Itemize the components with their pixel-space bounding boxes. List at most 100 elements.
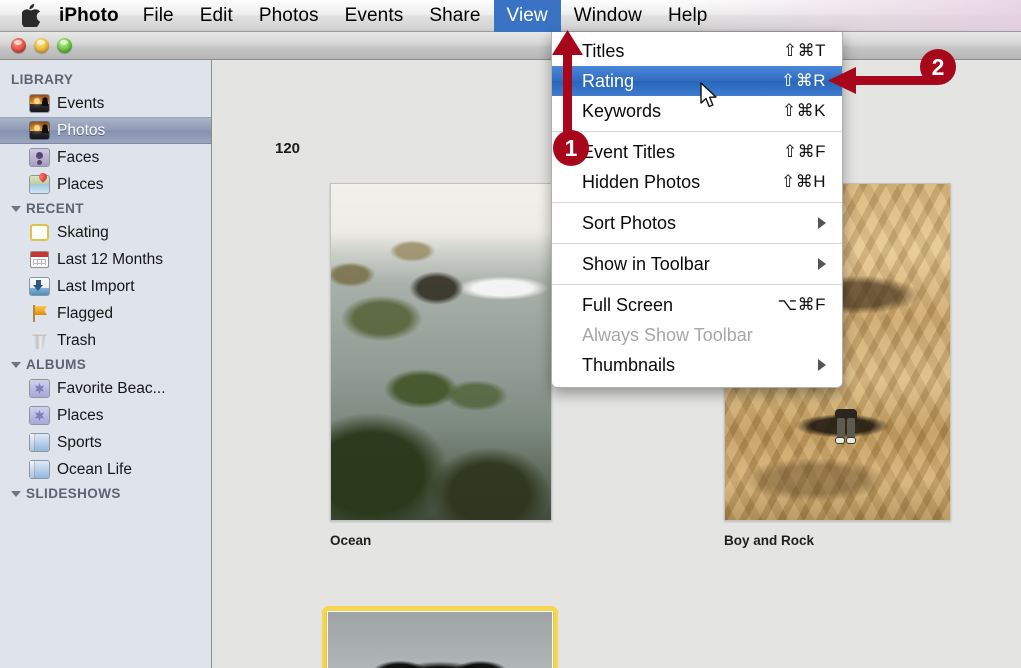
thumbnail-ocean[interactable]: Ocean bbox=[330, 183, 552, 548]
close-button[interactable] bbox=[11, 38, 26, 53]
sidebar-item-events[interactable]: Events bbox=[0, 90, 211, 117]
menu-option-label: Rating bbox=[582, 70, 635, 91]
map-pin-icon bbox=[30, 176, 49, 193]
menu-separator bbox=[552, 243, 842, 244]
sidebar-header-recent[interactable]: RECENT bbox=[0, 198, 211, 219]
menu-option-shortcut: ⇧⌘T bbox=[782, 41, 826, 60]
menu-option-thumbnails[interactable]: Thumbnails bbox=[552, 350, 842, 380]
sidebar-header-slideshows-label: SLIDESHOWS bbox=[26, 486, 121, 501]
sidebar-item-label: Last Import bbox=[57, 277, 135, 295]
submenu-arrow-icon bbox=[818, 359, 826, 371]
sidebar-item-label: Sports bbox=[57, 433, 102, 451]
menu-option-shortcut: ⇧⌘F bbox=[782, 142, 826, 161]
sidebar-header-library-label: LIBRARY bbox=[11, 72, 74, 87]
menu-item-share[interactable]: Share bbox=[416, 0, 493, 32]
callout-marker-2: 2 bbox=[920, 49, 956, 85]
sidebar-item-places[interactable]: Places bbox=[0, 171, 211, 198]
sidebar-item-last-12-months[interactable]: Last 12 Months bbox=[0, 246, 211, 273]
sidebar-item-last-import[interactable]: Last Import bbox=[0, 273, 211, 300]
smart-album-icon bbox=[30, 407, 49, 424]
menu-item-iphoto[interactable]: iPhoto bbox=[48, 0, 130, 32]
sidebar-item-label: Skating bbox=[57, 223, 109, 241]
view-dropdown-menu: ✓ Titles ⇧⌘T Rating ⇧⌘R ✓ Keywords ⇧⌘K E… bbox=[551, 32, 843, 388]
sidebar-header-albums-label: ALBUMS bbox=[26, 357, 87, 372]
boy-figure bbox=[831, 409, 861, 445]
chevron-down-icon bbox=[11, 361, 21, 368]
sidebar-item-faces[interactable]: Faces bbox=[0, 144, 211, 171]
submenu-arrow-icon bbox=[818, 258, 826, 270]
photo-image-ocean[interactable] bbox=[330, 183, 552, 521]
menu-option-keywords[interactable]: ✓ Keywords ⇧⌘K bbox=[552, 96, 842, 126]
menu-separator bbox=[552, 202, 842, 203]
sidebar-item-label: Events bbox=[57, 94, 105, 112]
sidebar-item-trash[interactable]: Trash bbox=[0, 327, 211, 354]
sidebar-header-recent-label: RECENT bbox=[26, 201, 84, 216]
menu-option-label: Keywords bbox=[582, 100, 662, 121]
sidebar-item-favorite-beaches[interactable]: Favorite Beac... bbox=[0, 375, 211, 402]
sidebar-item-ocean-life[interactable]: Ocean Life bbox=[0, 456, 211, 483]
menu-option-shortcut: ⇧⌘H bbox=[780, 172, 826, 191]
mac-menu-bar: iPhoto File Edit Photos Events Share Vie… bbox=[0, 0, 1021, 32]
menu-option-label: Full Screen bbox=[582, 294, 674, 315]
menu-option-hidden-photos[interactable]: Hidden Photos ⇧⌘H bbox=[552, 167, 842, 197]
photo-thumbnail-icon bbox=[30, 95, 49, 112]
sidebar-header-slideshows[interactable]: SLIDESHOWS bbox=[0, 483, 211, 504]
mouse-cursor bbox=[700, 82, 720, 115]
event-square-icon bbox=[30, 224, 49, 241]
window-title-bar bbox=[0, 32, 1021, 60]
sidebar-item-label: Faces bbox=[57, 148, 100, 166]
menu-item-photos[interactable]: Photos bbox=[246, 0, 332, 32]
menu-option-titles[interactable]: ✓ Titles ⇧⌘T bbox=[552, 36, 842, 66]
menu-item-window[interactable]: Window bbox=[561, 0, 655, 32]
sidebar-header-albums[interactable]: ALBUMS bbox=[0, 354, 211, 375]
menu-separator bbox=[552, 284, 842, 285]
sidebar-item-label: Places bbox=[57, 175, 104, 193]
face-icon bbox=[30, 149, 49, 166]
thumbnail-selected-palm[interactable] bbox=[322, 606, 558, 668]
menu-item-help[interactable]: Help bbox=[655, 0, 720, 32]
window-body: LIBRARY Events Photos Faces Places RECEN… bbox=[0, 60, 1021, 668]
sidebar-item-label: Places bbox=[57, 406, 104, 424]
photo-image-palm[interactable] bbox=[327, 611, 553, 668]
menu-item-file[interactable]: File bbox=[130, 0, 187, 32]
menu-option-full-screen[interactable]: Full Screen ⌥⌘F bbox=[552, 290, 842, 320]
menu-option-event-titles[interactable]: Event Titles ⇧⌘F bbox=[552, 137, 842, 167]
menu-item-events[interactable]: Events bbox=[332, 0, 417, 32]
sidebar-item-skating[interactable]: Skating bbox=[0, 219, 211, 246]
callout-marker-1: 1 bbox=[553, 130, 589, 166]
menu-option-label: Titles bbox=[582, 40, 625, 61]
sidebar-item-places-album[interactable]: Places bbox=[0, 402, 211, 429]
sidebar-item-photos[interactable]: Photos bbox=[0, 117, 211, 144]
import-arrow-icon bbox=[30, 278, 49, 295]
menu-separator bbox=[552, 131, 842, 132]
menu-option-label: Hidden Photos bbox=[582, 171, 701, 192]
iphoto-window: LIBRARY Events Photos Faces Places RECEN… bbox=[0, 32, 1021, 668]
sidebar: LIBRARY Events Photos Faces Places RECEN… bbox=[0, 60, 212, 668]
sidebar-item-flagged[interactable]: Flagged bbox=[0, 300, 211, 327]
thumbnail-title: Ocean bbox=[330, 533, 372, 548]
menu-item-edit[interactable]: Edit bbox=[187, 0, 246, 32]
menu-option-shortcut: ⇧⌘K bbox=[781, 101, 826, 120]
chevron-down-icon bbox=[11, 205, 21, 212]
trash-icon bbox=[30, 332, 49, 349]
flag-icon bbox=[30, 305, 49, 322]
photo-count-label: 120 bbox=[275, 140, 301, 157]
submenu-arrow-icon bbox=[818, 217, 826, 229]
album-icon bbox=[30, 434, 49, 451]
sidebar-item-label: Favorite Beac... bbox=[57, 379, 166, 397]
zoom-button[interactable] bbox=[57, 38, 72, 53]
menu-option-rating[interactable]: Rating ⇧⌘R bbox=[552, 66, 842, 96]
menu-option-shortcut: ⌥⌘F bbox=[777, 295, 826, 314]
menu-option-label: Sort Photos bbox=[582, 212, 677, 233]
sidebar-item-label: Ocean Life bbox=[57, 460, 132, 478]
apple-logo-icon[interactable] bbox=[14, 4, 48, 27]
menu-option-show-in-toolbar[interactable]: Show in Toolbar bbox=[552, 249, 842, 279]
sidebar-item-label: Photos bbox=[57, 121, 106, 139]
sidebar-item-label: Flagged bbox=[57, 304, 114, 322]
thumbnail-title: Boy and Rock bbox=[724, 533, 815, 548]
sidebar-item-label: Trash bbox=[57, 331, 97, 349]
menu-item-view[interactable]: View bbox=[493, 0, 561, 32]
menu-option-sort-photos[interactable]: Sort Photos bbox=[552, 208, 842, 238]
minimize-button[interactable] bbox=[34, 38, 49, 53]
sidebar-item-sports[interactable]: Sports bbox=[0, 429, 211, 456]
